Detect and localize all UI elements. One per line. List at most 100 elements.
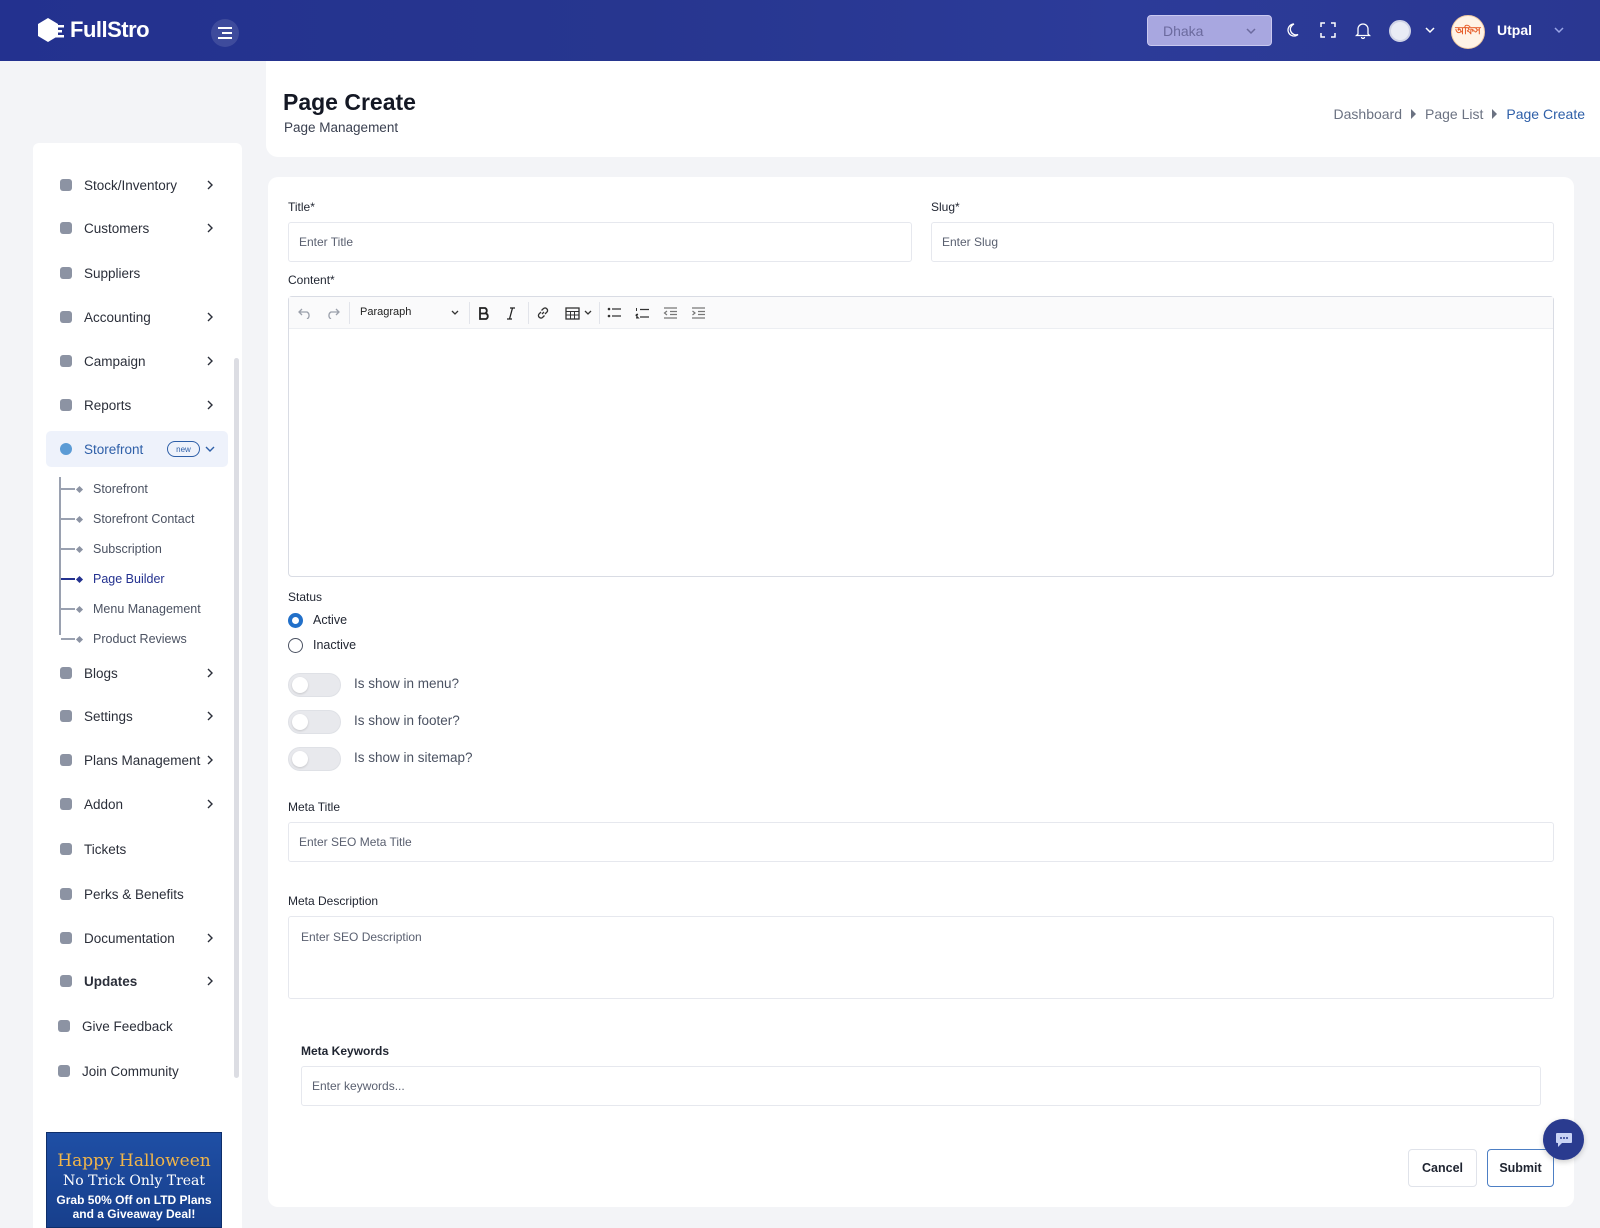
chevron-right-icon	[207, 799, 213, 809]
sidebar-item-campaign[interactable]: Campaign	[46, 343, 228, 379]
language-flag-icon[interactable]	[1389, 20, 1411, 42]
tree-branch	[61, 518, 75, 520]
status-inactive-label[interactable]: Inactive	[313, 638, 356, 652]
tree-node	[75, 575, 84, 583]
status-inactive-radio[interactable]	[288, 638, 303, 653]
sidebar-item-label: Give Feedback	[82, 1018, 173, 1034]
gear-icon	[60, 710, 72, 722]
title-input[interactable]: Enter Title	[288, 222, 912, 262]
status-active-radio[interactable]	[288, 613, 303, 628]
chevron-down-icon[interactable]	[579, 304, 597, 322]
submenu-item-storefront[interactable]: Storefront	[61, 479, 148, 499]
outdent-icon[interactable]	[661, 304, 679, 322]
chevron-down-icon[interactable]	[446, 304, 464, 322]
breadcrumb-page-list[interactable]: Page List	[1425, 106, 1483, 122]
sidebar-item-updates[interactable]: Updates	[46, 963, 228, 999]
redo-icon[interactable]	[324, 304, 342, 322]
content-editor[interactable]: Paragraph	[288, 296, 1554, 577]
numbered-list-icon[interactable]	[633, 304, 651, 322]
sidebar-item-label: Suppliers	[84, 265, 141, 281]
paragraph-format-select[interactable]: Paragraph	[360, 306, 411, 318]
logo[interactable]: FullStro	[34, 16, 150, 44]
show-in-menu-toggle[interactable]	[288, 673, 341, 697]
italic-icon[interactable]	[502, 304, 520, 322]
chevron-right-icon	[207, 755, 213, 765]
chat-support-button[interactable]	[1543, 1119, 1584, 1160]
sidebar-item-settings[interactable]: Settings	[46, 698, 228, 734]
submit-button[interactable]: Submit	[1487, 1149, 1554, 1187]
fullscreen-icon[interactable]	[1318, 20, 1338, 40]
chevron-right-icon	[207, 668, 213, 678]
bulleted-list-icon[interactable]	[605, 304, 623, 322]
sidebar-item-accounting[interactable]: Accounting	[46, 299, 228, 335]
submenu-item-subscription[interactable]: Subscription	[61, 539, 162, 559]
sidebar-scrollbar[interactable]	[234, 358, 239, 1078]
submenu-item-page-builder[interactable]: Page Builder	[61, 569, 165, 589]
cancel-button[interactable]: Cancel	[1408, 1149, 1477, 1187]
sidebar-item-addon[interactable]: Addon	[46, 786, 228, 822]
avatar[interactable]: অফিস	[1451, 15, 1485, 49]
sidebar-item-stock-inventory[interactable]: Stock/Inventory	[46, 167, 228, 203]
sidebar-item-label: Documentation	[84, 930, 175, 946]
branch-select-value: Dhaka	[1163, 22, 1204, 39]
breadcrumb-dashboard[interactable]: Dashboard	[1334, 106, 1403, 122]
page-subtitle: Page Management	[284, 120, 399, 135]
meta-title-input[interactable]: Enter SEO Meta Title	[288, 822, 1554, 862]
sidebar-item-customers[interactable]: Customers	[46, 210, 228, 246]
menu-toggle-button[interactable]	[211, 19, 239, 47]
tree-node	[75, 605, 84, 613]
submenu-item-menu-management[interactable]: Menu Management	[61, 599, 201, 619]
branch-select[interactable]: Dhaka	[1147, 15, 1272, 46]
sidebar-item-label: Customers	[84, 220, 150, 236]
submenu-item-storefront-contact[interactable]: Storefront Contact	[61, 509, 194, 529]
show-in-footer-toggle[interactable]	[288, 710, 341, 734]
sidebar-item-label: Updates	[84, 973, 138, 989]
breadcrumb-current: Page Create	[1506, 106, 1585, 122]
sidebar-item-join-community[interactable]: Join Community	[44, 1053, 226, 1089]
sidebar-item-label: Addon	[84, 796, 124, 812]
chevron-down-icon[interactable]	[1549, 20, 1569, 40]
show-in-footer-label: Is show in footer?	[354, 713, 460, 728]
meta-keywords-placeholder: Enter keywords...	[312, 1079, 405, 1093]
tree-branch	[61, 578, 75, 580]
sidebar-item-plans-management[interactable]: Plans Management	[46, 742, 228, 778]
feedback-icon	[58, 1020, 70, 1032]
storefront-icon	[60, 443, 72, 455]
submenu-item-label: Product Reviews	[93, 632, 187, 646]
slug-input[interactable]: Enter Slug	[931, 222, 1554, 262]
logo-mark-icon	[38, 18, 64, 42]
status-active-label[interactable]: Active	[313, 613, 347, 627]
sidebar-item-label: Storefront	[84, 441, 144, 457]
submenu-item-label: Page Builder	[93, 572, 165, 586]
undo-icon[interactable]	[296, 304, 314, 322]
top-navbar: FullStro Dhaka অফিস Utpal	[0, 0, 1600, 61]
submenu-item-product-reviews[interactable]: Product Reviews	[61, 629, 187, 649]
sidebar-item-tickets[interactable]: Tickets	[46, 831, 228, 867]
bold-icon[interactable]	[475, 304, 493, 322]
sidebar-item-blogs[interactable]: Blogs	[46, 655, 228, 691]
promo-line-3: Grab 50% Off on LTD Plans	[56, 1193, 212, 1207]
sidebar-item-label: Join Community	[82, 1063, 179, 1079]
sidebar-item-documentation[interactable]: Documentation	[46, 920, 228, 956]
sidebar-item-suppliers[interactable]: Suppliers	[46, 255, 228, 291]
sidebar-item-reports[interactable]: Reports	[46, 387, 228, 423]
campaign-icon	[60, 355, 72, 367]
sidebar-item-perks-benefits[interactable]: Perks & Benefits	[46, 876, 228, 912]
indent-icon[interactable]	[689, 304, 707, 322]
show-in-sitemap-label: Is show in sitemap?	[354, 750, 473, 765]
addon-icon	[60, 798, 72, 810]
user-name[interactable]: Utpal	[1497, 22, 1532, 38]
sidebar-item-give-feedback[interactable]: Give Feedback	[44, 1008, 226, 1044]
meta-keywords-input[interactable]: Enter keywords...	[301, 1066, 1541, 1106]
meta-keywords-label: Meta Keywords	[301, 1044, 390, 1058]
notification-bell-icon[interactable]	[1353, 20, 1373, 40]
reports-icon	[60, 399, 72, 411]
meta-description-textarea[interactable]: Enter SEO Description	[288, 916, 1554, 999]
promo-banner[interactable]: Happy Halloween No Trick Only Treat Grab…	[46, 1132, 222, 1228]
promo-line-1: Happy Halloween	[57, 1151, 211, 1171]
dark-mode-icon[interactable]	[1285, 20, 1305, 40]
show-in-sitemap-toggle[interactable]	[288, 747, 341, 771]
sidebar-item-storefront[interactable]: Storefront new	[46, 431, 228, 467]
chevron-down-icon[interactable]	[1420, 20, 1440, 40]
link-icon[interactable]	[534, 304, 552, 322]
